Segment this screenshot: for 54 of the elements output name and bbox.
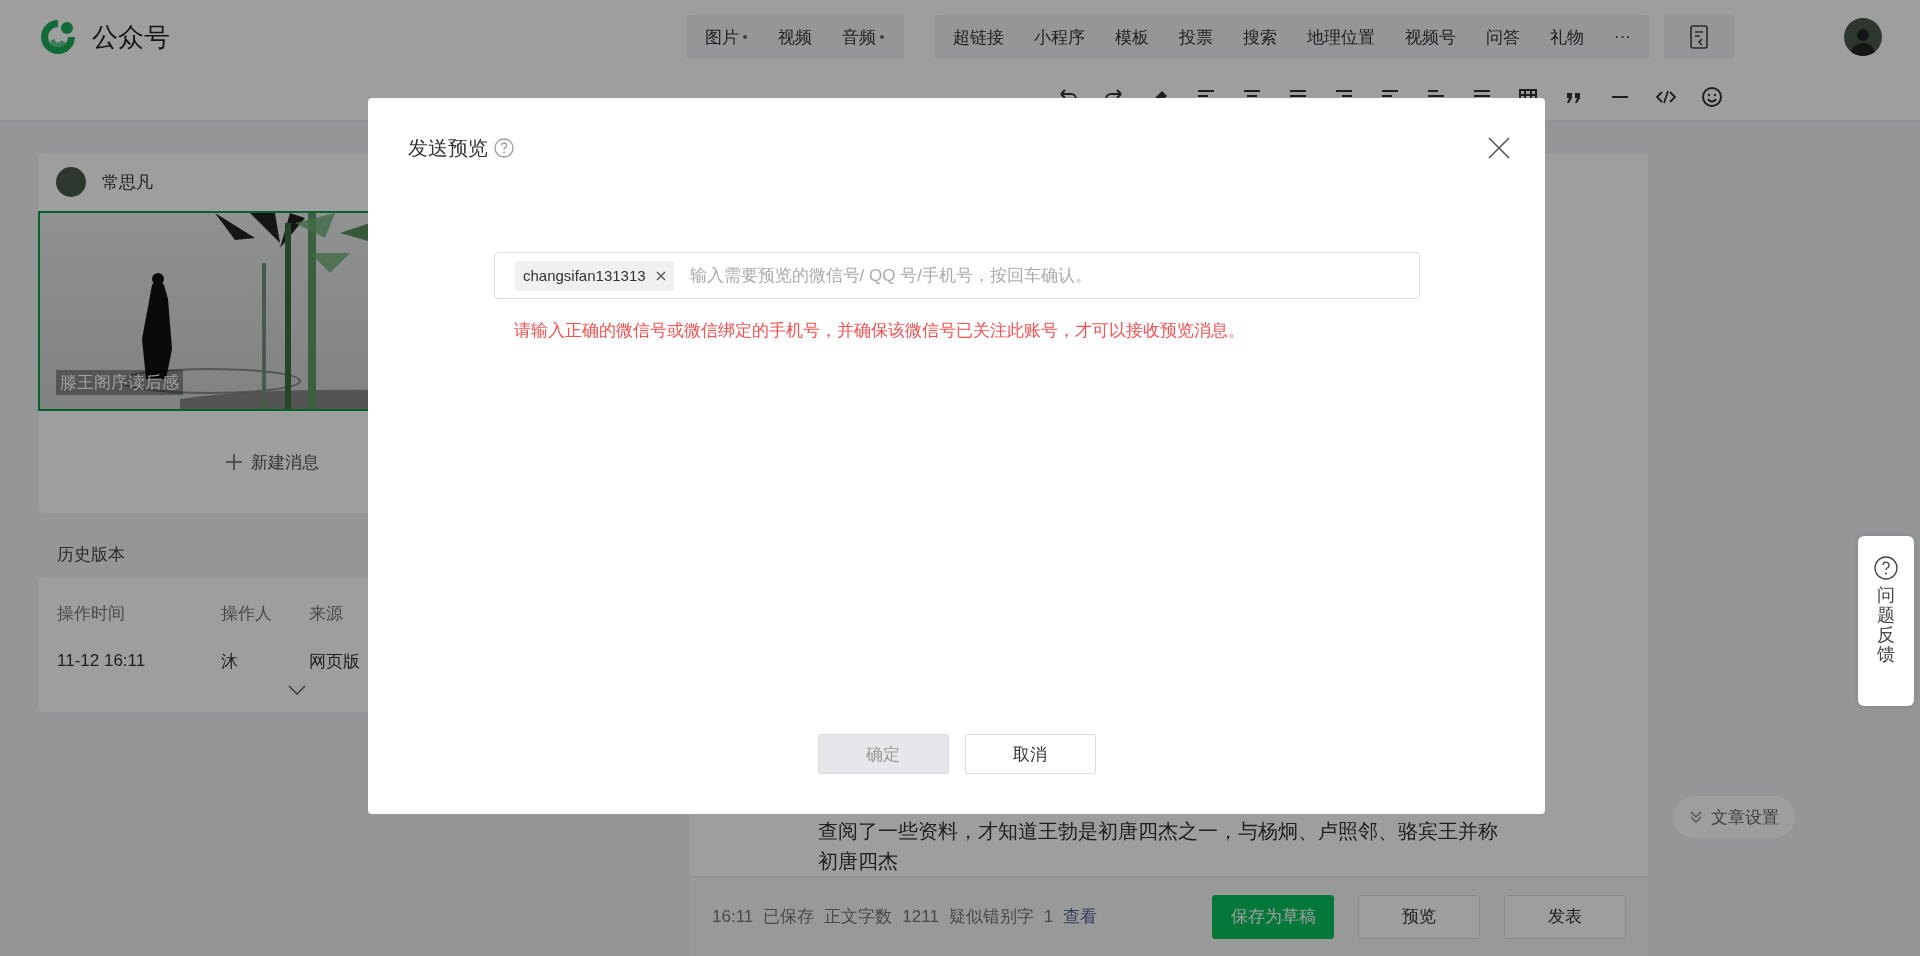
- insert-tool-button[interactable]: 礼物: [1535, 25, 1599, 49]
- column-header: 来源: [309, 602, 344, 625]
- typo-label: 疑似错别字: [948, 906, 1034, 928]
- help-icon: [494, 138, 514, 158]
- paragraph-text: 初唐四杰: [818, 849, 899, 874]
- typo-count: 1: [1043, 906, 1054, 927]
- app-title: 公众号: [92, 20, 170, 54]
- insert-tool-button[interactable]: 超链接: [938, 25, 1019, 49]
- person-icon: [1849, 26, 1877, 56]
- error-message: 请输入正确的微信号或微信绑定的手机号，并确保该微信号已关注此账号，才可以接收预览消息。: [514, 320, 1246, 342]
- table-cell-text: 网页版: [309, 650, 361, 673]
- emoji-icon[interactable]: [1700, 85, 1724, 109]
- action-button[interactable]: 预览: [1358, 894, 1480, 939]
- avatar[interactable]: [1844, 18, 1882, 56]
- insert-tool-button[interactable]: 投票: [1164, 25, 1228, 49]
- insert-tool-button[interactable]: 小程序: [1019, 25, 1100, 49]
- view-link[interactable]: 查看: [1063, 905, 1098, 928]
- insert-tool-button[interactable]: ···: [1599, 27, 1646, 47]
- document-icon: [1689, 25, 1709, 49]
- insert-tool-button[interactable]: 问答: [1471, 25, 1535, 49]
- dialog-button[interactable]: 取消: [964, 734, 1096, 774]
- plus-icon: [225, 453, 243, 471]
- insert-tool-button[interactable]: 视频号: [1390, 25, 1471, 49]
- close-icon[interactable]: [655, 270, 666, 281]
- word-count-label: 正文字数: [824, 906, 893, 928]
- chevron-down-icon[interactable]: [288, 685, 306, 695]
- close-icon[interactable]: [1487, 136, 1511, 160]
- dialog-title: 发送预览: [408, 135, 488, 161]
- logo-icon: [38, 17, 78, 57]
- section-title: 历史版本: [57, 544, 126, 566]
- document-button[interactable]: [1664, 15, 1734, 59]
- column-header: 操作时间: [57, 602, 126, 625]
- account-name: 常思凡: [102, 171, 153, 194]
- insert-tool-button[interactable]: 地理位置: [1292, 25, 1390, 49]
- word-count: 1211: [902, 906, 939, 927]
- new-message-button[interactable]: 新建消息: [38, 411, 506, 513]
- action-button[interactable]: 发表: [1504, 894, 1626, 939]
- table-cell-text: 11-12 16:11: [57, 651, 147, 671]
- article-settings-button[interactable]: 文章设置: [1673, 796, 1795, 838]
- media-tool-button[interactable]: 图片: [690, 25, 763, 49]
- save-status: 16:11: [712, 906, 754, 927]
- recipient-tag[interactable]: changsifan131313: [515, 260, 674, 291]
- help-icon: [1874, 556, 1898, 580]
- double-chevron-icon: [1689, 810, 1703, 824]
- insert-tool-button[interactable]: 搜索: [1228, 25, 1292, 49]
- media-tool-button[interactable]: 视频: [763, 25, 827, 49]
- paragraph-text: 查阅了一些资料，才知道王勃是初唐四杰之一，与杨炯、卢照邻、骆宾王并称: [818, 819, 1499, 844]
- column-header: 操作人: [221, 602, 273, 625]
- avatar: [56, 167, 86, 197]
- insert-tool-button[interactable]: 模板: [1100, 25, 1164, 49]
- table-cell-text: 沐: [221, 650, 239, 673]
- media-tool-button[interactable]: 音频: [827, 25, 900, 49]
- recipient-field[interactable]: changsifan131313 输入需要预览的微信号/ QQ 号/手机号，按回车确认。: [494, 252, 1420, 299]
- save-status: 已保存: [763, 906, 815, 928]
